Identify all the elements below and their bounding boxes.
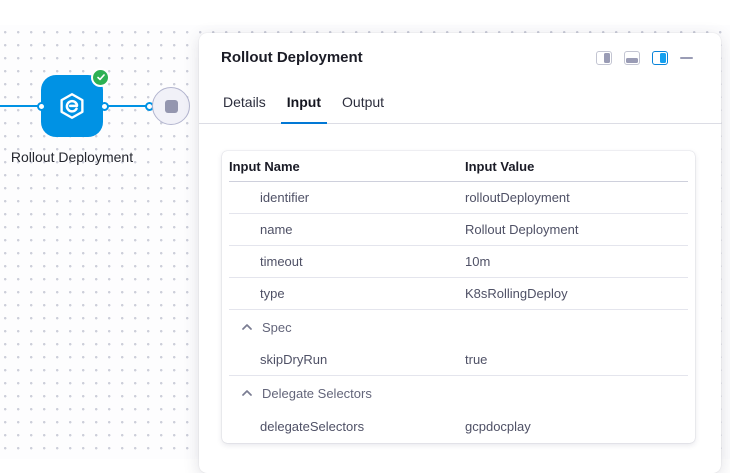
split-right-view-icon[interactable] [596,51,612,65]
table-row: timeout 10m [229,246,688,278]
input-value: Rollout Deployment [465,222,688,237]
input-value: gcpdocplay [465,419,688,434]
input-name: type [229,286,465,301]
table-row: skipDryRun true [229,344,688,376]
edge-outgoing [104,105,150,108]
table-row: identifier rolloutDeployment [229,182,688,214]
input-name: skipDryRun [229,352,465,367]
group-row-spec[interactable]: Spec [229,310,688,344]
success-check-icon [91,68,110,87]
column-header-input-name: Input Name [229,159,465,174]
input-value: K8sRollingDeploy [465,286,688,301]
split-bottom-view-icon[interactable] [624,51,640,65]
step-details-panel: Rollout Deployment Details Input Output … [199,33,721,473]
split-right-view-active-icon[interactable] [652,51,668,65]
tab-output[interactable]: Output [336,88,390,124]
input-table: Input Name Input Value identifier rollou… [222,151,695,443]
input-name: identifier [229,190,465,205]
table-row: delegateSelectors gcpdocplay [229,410,688,443]
pipeline-end-node[interactable] [152,87,190,125]
column-header-input-value: Input Value [465,159,688,174]
node-label: Rollout Deployment [10,147,134,169]
input-name: name [229,222,465,237]
chevron-up-icon [242,324,252,330]
input-value: true [465,352,688,367]
chevron-up-icon [242,390,252,396]
minimize-icon[interactable] [680,57,693,60]
table-row: name Rollout Deployment [229,214,688,246]
group-row-delegate-selectors[interactable]: Delegate Selectors [229,376,688,410]
panel-window-controls [596,50,693,66]
tab-input[interactable]: Input [281,88,327,124]
input-name: delegateSelectors [229,419,465,434]
input-value: rolloutDeployment [465,190,688,205]
edge-incoming [0,105,39,108]
input-name: timeout [229,254,465,269]
stop-square-icon [165,100,178,113]
panel-tabs: Details Input Output [199,88,721,124]
group-label: Delegate Selectors [262,386,372,401]
group-label: Spec [262,320,292,335]
table-header-row: Input Name Input Value [229,151,688,182]
tab-details[interactable]: Details [217,88,272,124]
canvas-toolbar-strip [0,0,730,26]
node-port-left[interactable] [37,102,46,111]
table-row: type K8sRollingDeploy [229,278,688,310]
step-node-rollout-deployment[interactable] [41,75,103,137]
input-value: 10m [465,254,688,269]
k8s-rollout-icon [57,91,87,121]
node-port-right[interactable] [100,102,109,111]
